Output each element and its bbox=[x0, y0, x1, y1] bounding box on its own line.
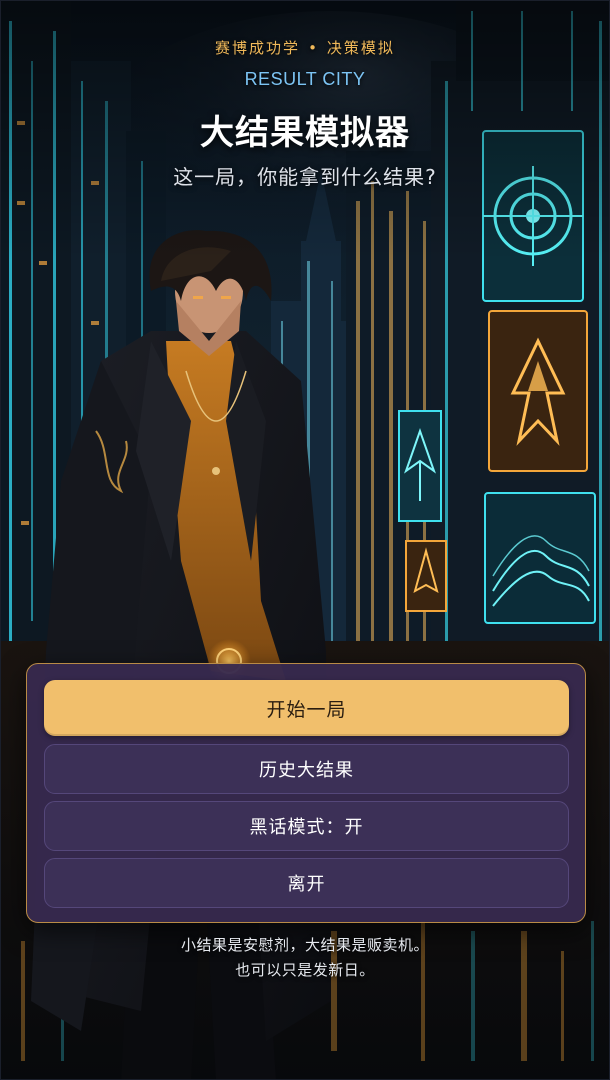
eyebrow-separator: • bbox=[308, 39, 319, 57]
flame-crest-sign-icon bbox=[488, 310, 588, 472]
footer-line-2: 也可以只是发新日。 bbox=[235, 961, 375, 979]
eyebrow-left: 赛博成功学 bbox=[215, 39, 301, 57]
game-title: 大结果模拟器 bbox=[200, 113, 410, 153]
slang-mode-toggle[interactable]: 黑话模式：开 bbox=[44, 801, 569, 851]
game-title-screen: 赛博成功学 • 决策模拟 RESULT CITY 大结果模拟器 这一局，你能拿到什么… bbox=[0, 0, 610, 1080]
english-title: RESULT CITY bbox=[244, 69, 366, 89]
main-menu-panel: 开始一局 历史大结果 黑话模式：开 离开 bbox=[26, 663, 586, 923]
eyebrow-tagline: 赛博成功学 • 决策模拟 bbox=[1, 37, 609, 58]
leave-button[interactable]: 离开 bbox=[44, 858, 569, 908]
history-results-button[interactable]: 历史大结果 bbox=[44, 744, 569, 794]
wave-grid-sign-icon bbox=[484, 492, 596, 624]
tree-sign-icon bbox=[398, 410, 442, 522]
start-game-button[interactable]: 开始一局 bbox=[44, 680, 569, 736]
footer-caption: 小结果是安慰剂，大结果是贩卖机。 也可以只是发新日。 bbox=[1, 933, 609, 983]
footer-line-1: 小结果是安慰剂，大结果是贩卖机。 bbox=[180, 936, 429, 954]
subtitle: 这一局，你能拿到什么结果? bbox=[173, 165, 437, 189]
eyebrow-right: 决策模拟 bbox=[326, 39, 395, 57]
